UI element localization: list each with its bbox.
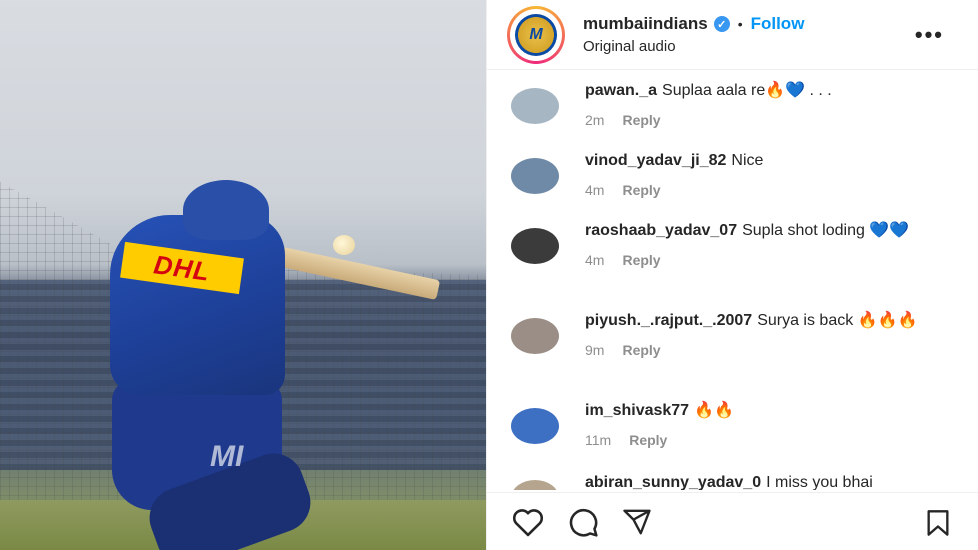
commenter-avatar[interactable] — [511, 228, 559, 264]
comment-time: 11m — [585, 432, 612, 448]
profile-avatar[interactable]: M — [507, 5, 565, 64]
comment-text: Surya is back 🔥🔥🔥 — [757, 312, 918, 329]
comment-time: 4m — [585, 182, 605, 198]
comment-item: raoshaab_yadav_07 Supla shot loding 💙💙 4m… — [487, 220, 978, 310]
comment-time: 2m — [585, 112, 605, 128]
comment-username[interactable]: pawan._a — [585, 82, 657, 99]
comment-time: 9m — [585, 342, 605, 358]
audio-label[interactable]: Original audio — [583, 38, 804, 55]
comment-username[interactable]: raoshaab_yadav_07 — [585, 222, 737, 239]
heart-icon[interactable] — [511, 507, 545, 537]
comment-text: I miss you bhai — [766, 474, 873, 490]
reply-button[interactable]: Reply — [629, 432, 667, 448]
comment-item: im_shivask77 🔥🔥 11m Reply — [487, 400, 978, 472]
commenter-avatar[interactable] — [511, 318, 559, 354]
comment-text: Supla shot loding 💙💙 — [742, 222, 910, 239]
commenter-avatar[interactable] — [511, 408, 559, 444]
comments-list[interactable]: pawan._a Suplaa aala re🔥💙 . . . 2m Reply … — [487, 80, 978, 490]
reply-button[interactable]: Reply — [622, 252, 660, 268]
reply-button[interactable]: Reply — [622, 182, 660, 198]
bookmark-icon[interactable] — [925, 509, 951, 542]
commenter-avatar[interactable] — [511, 480, 559, 490]
reply-button[interactable]: Reply — [622, 342, 660, 358]
follow-button[interactable]: Follow — [751, 14, 805, 34]
comment-text: Nice — [731, 152, 764, 169]
comment-username[interactable]: vinod_yadav_ji_82 — [585, 152, 726, 169]
comment-text: Suplaa aala re🔥💙 . . . — [662, 82, 832, 99]
comment-username[interactable]: abiran_sunny_yadav_0 — [585, 474, 761, 490]
cricket-ball — [333, 235, 355, 255]
mi-logo-icon: M — [515, 13, 557, 56]
post-username[interactable]: mumbaiindians — [583, 14, 708, 34]
mi-watermark: MI — [210, 440, 244, 473]
comment-username[interactable]: im_shivask77 — [585, 402, 689, 419]
comment-text: 🔥🔥 — [694, 402, 734, 419]
post-media[interactable]: DHL MI — [0, 0, 486, 550]
comment-time: 4m — [585, 252, 605, 268]
post-actions — [487, 492, 978, 550]
commenter-avatar[interactable] — [511, 88, 559, 124]
post-panel: M mumbaiindians ✓ • Follow Original audi… — [486, 0, 978, 550]
post-header: M mumbaiindians ✓ • Follow Original audi… — [487, 0, 978, 70]
separator-dot: • — [737, 16, 743, 32]
share-icon[interactable] — [621, 507, 653, 537]
verified-badge-icon: ✓ — [713, 16, 730, 32]
more-options-icon[interactable]: ••• — [915, 22, 944, 48]
comment-item: pawan._a Suplaa aala re🔥💙 . . . 2m Reply — [487, 80, 978, 150]
comment-icon[interactable] — [567, 506, 599, 538]
player-jersey — [110, 215, 285, 395]
commenter-avatar[interactable] — [511, 158, 559, 194]
comment-item: abiran_sunny_yadav_0 I miss you bhai — [487, 472, 978, 490]
comment-username[interactable]: piyush._.rajput._.2007 — [585, 312, 752, 329]
comment-item: vinod_yadav_ji_82 Nice 4m Reply — [487, 150, 978, 220]
reply-button[interactable]: Reply — [622, 112, 660, 128]
comment-item: piyush._.rajput._.2007 Surya is back 🔥🔥🔥 … — [487, 310, 978, 400]
player-helmet — [183, 180, 269, 240]
